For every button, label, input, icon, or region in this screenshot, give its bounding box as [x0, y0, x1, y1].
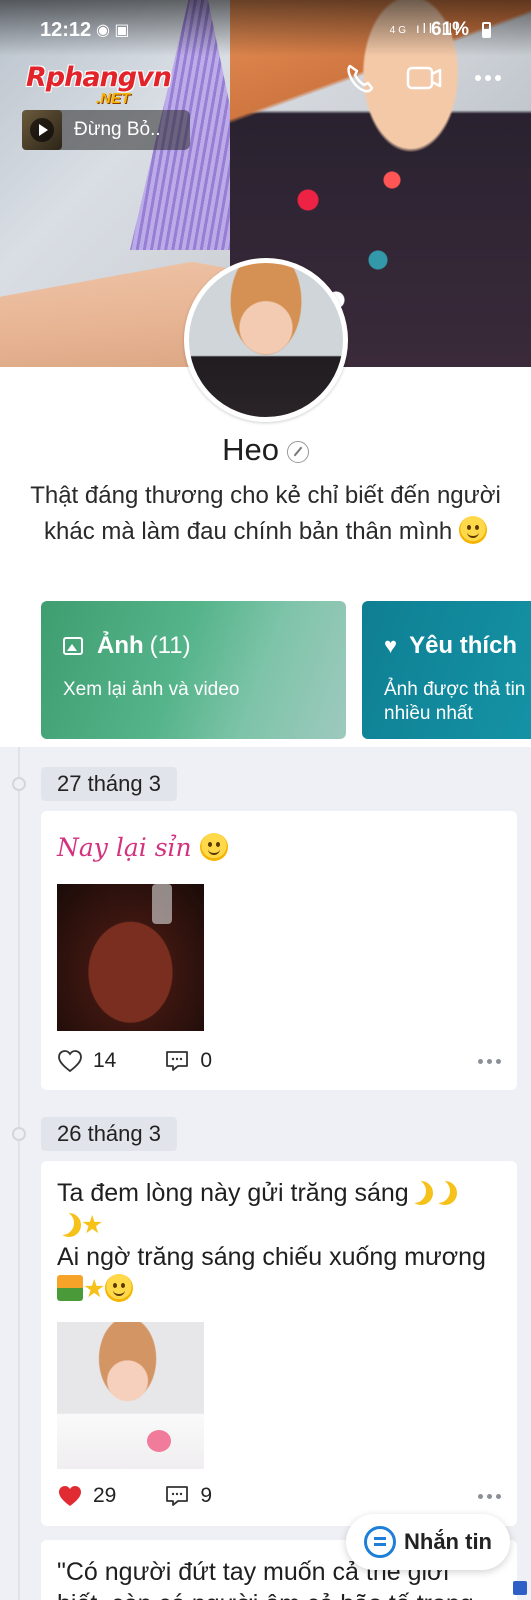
heart-outline-icon: [58, 1050, 82, 1073]
edit-pencil-icon[interactable]: [286, 441, 309, 463]
timeline-dot: [12, 1127, 26, 1141]
like-count: 29: [93, 1484, 117, 1507]
bio-text: Thật đáng thương cho kẻ chỉ biết đến ngư…: [30, 482, 501, 545]
battery-icon: [482, 22, 491, 38]
status-notification-icons: ◉ ▣: [96, 22, 130, 39]
timeline-line: [18, 747, 20, 1600]
profile-name-row: Heo: [0, 432, 531, 468]
post-more-icon[interactable]: [478, 1058, 501, 1064]
message-button[interactable]: Nhắn tin: [346, 1514, 510, 1570]
moon-emoji-icon: [433, 1181, 457, 1205]
like-button[interactable]: 14: [57, 1049, 116, 1073]
post-caption-line1: Ta đem lòng này gửi trăng sáng: [57, 1179, 409, 1207]
star-emoji-icon: ★: [81, 1211, 104, 1239]
post-text-line2-emojis: ★: [57, 1273, 507, 1305]
post-text: Nay lại sỉn: [57, 833, 228, 862]
post-photo[interactable]: [57, 1322, 204, 1469]
call-button[interactable]: [340, 60, 380, 96]
music-thumbnail: [22, 110, 62, 150]
sunrise-emoji-icon: [57, 1275, 83, 1301]
corner-badge-icon: [513, 1581, 527, 1595]
profile-bio: Thật đáng thương cho kẻ chỉ biết đến ngư…: [30, 478, 501, 550]
watermark-sub: .NET: [96, 90, 131, 107]
phone-icon: [347, 64, 374, 93]
message-button-label: Nhắn tin: [404, 1529, 492, 1554]
post-caption-line2: Ai ngờ trăng sáng chiếu xuống mương: [57, 1243, 486, 1271]
video-call-button[interactable]: [404, 60, 444, 96]
favorites-title: Yêu thích: [409, 632, 518, 659]
relieved-emoji-icon: [105, 1274, 134, 1302]
photos-subtitle: Xem lại ảnh và video: [63, 679, 240, 700]
status-time: 12:12: [40, 19, 92, 41]
profile-name: Heo: [222, 432, 279, 467]
photos-card[interactable]: Ảnh (11) Xem lại ảnh và video: [41, 601, 346, 739]
favorites-subtitle: Ảnh được thả tin nhiều nhất: [384, 678, 525, 726]
comment-count: 0: [200, 1049, 213, 1072]
image-icon: [63, 637, 83, 655]
chat-bubble-icon: [364, 1526, 396, 1558]
moon-emoji-icon: [409, 1181, 433, 1205]
post-date: 27 tháng 3: [41, 767, 177, 801]
comment-icon: [166, 1486, 189, 1506]
heart-icon: ♥: [384, 633, 398, 658]
watermark-logo: Rphangvn .NET: [26, 62, 186, 110]
timeline-dot: [12, 777, 26, 791]
battery-percent: 61%: [430, 19, 469, 40]
favorites-subtitle-line1: Ảnh được thả tin: [384, 679, 526, 700]
heart-filled-icon: [59, 1486, 81, 1506]
status-bar: 12:12 ◉ ▣ 4G ıll ıll 61%: [0, 0, 531, 56]
favorites-card-title: ♥ Yêu thích: [384, 632, 517, 660]
comment-count: 9: [200, 1484, 213, 1507]
photos-count: (11): [149, 632, 191, 659]
like-button[interactable]: 29: [57, 1484, 116, 1508]
comment-button[interactable]: 9: [164, 1484, 212, 1508]
smile-emoji-icon: [458, 516, 487, 544]
post-text-line2: Ai ngờ trăng sáng chiếu xuống mương: [57, 1241, 507, 1273]
post-card[interactable]: Nay lại sỉn 14 0: [41, 811, 517, 1090]
post-more-icon[interactable]: [478, 1493, 501, 1499]
post-text: Ta đem lòng này gửi trăng sáng ★ Ai ngờ …: [57, 1177, 507, 1305]
post-card[interactable]: Ta đem lòng này gửi trăng sáng ★ Ai ngờ …: [41, 1161, 517, 1526]
moon-emoji-icon: [57, 1213, 81, 1237]
profile-music-button[interactable]: Đừng Bỏ..: [22, 110, 190, 150]
post-actions: 14 0: [57, 1049, 501, 1073]
more-horizontal-icon: [475, 75, 501, 81]
comment-button[interactable]: 0: [164, 1049, 212, 1073]
more-options-button[interactable]: [468, 60, 508, 96]
post-photo[interactable]: [57, 884, 204, 1031]
like-count: 14: [93, 1049, 117, 1072]
profile-avatar[interactable]: [184, 258, 348, 422]
watermark-main: Rphangvn: [26, 62, 172, 93]
post-actions: 29 9: [57, 1484, 501, 1508]
comment-icon: [166, 1051, 189, 1071]
post-text-line1: Ta đem lòng này gửi trăng sáng: [57, 1177, 507, 1209]
star-emoji-icon: ★: [83, 1275, 106, 1303]
photos-card-title: Ảnh (11): [63, 632, 191, 660]
video-camera-icon: [406, 66, 442, 90]
post-date: 26 tháng 3: [41, 1117, 177, 1151]
blush-emoji-icon: [199, 833, 228, 861]
favorites-card[interactable]: ♥ Yêu thích Ảnh được thả tin nhiều nhất: [362, 601, 531, 739]
photos-title: Ảnh: [97, 632, 144, 659]
post-text-line1-wrap: ★: [57, 1209, 507, 1241]
post-caption: Nay lại sỉn: [57, 833, 192, 862]
post-text-line2: biết, còn có người ôm cả bão tố trong: [57, 1588, 507, 1600]
favorites-subtitle-line2: nhiều nhất: [384, 703, 473, 724]
network-type: 4G: [389, 25, 409, 36]
play-icon: [30, 118, 54, 142]
music-title: Đừng Bỏ..: [74, 119, 161, 140]
